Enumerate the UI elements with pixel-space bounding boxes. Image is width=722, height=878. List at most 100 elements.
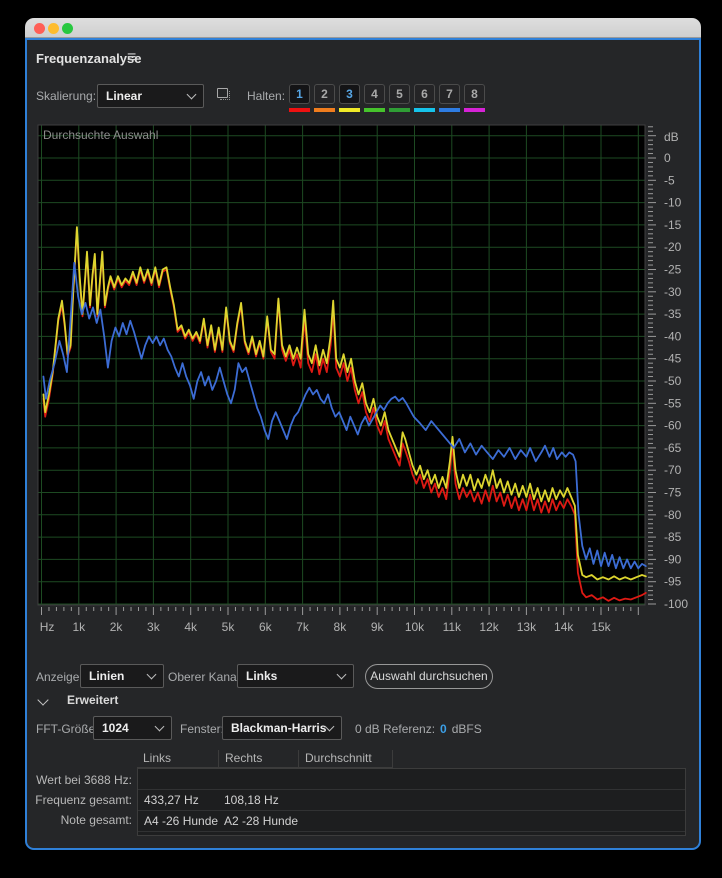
x-tick-label: 8k — [334, 620, 348, 634]
erweitert-collapse-icon[interactable] — [37, 694, 48, 705]
x-tick-label: 2k — [110, 620, 124, 634]
y-tick-label: -25 — [664, 263, 682, 277]
fft-groesse-value: 1024 — [102, 721, 156, 735]
referenz-label: 0 dB Referenz: — [355, 721, 435, 737]
table-row — [138, 769, 685, 790]
zoom-window-button[interactable] — [62, 23, 73, 34]
oberer-kanal-label: Oberer Kanal: — [168, 669, 243, 685]
plot-overlay-title: Durchsuchte Auswahl — [43, 128, 158, 142]
oberer-kanal-value: Links — [246, 669, 338, 683]
fft-groesse-dropdown[interactable]: 1024 — [93, 716, 172, 740]
cell-frequenz-rechts: 108,18 Hz — [224, 790, 298, 810]
spectrum-svg[interactable]: Durchsuchte AuswahlHz1k2k3k4k5k6k7k8k9k1… — [33, 120, 689, 640]
y-tick-label: -35 — [664, 307, 682, 321]
cell-note-links: A4 -26 Hundert — [144, 811, 218, 831]
y-tick-label: -75 — [664, 486, 682, 500]
x-tick-label: 9k — [371, 620, 385, 634]
snapshot-icon[interactable] — [217, 88, 233, 103]
y-tick-label: -20 — [664, 240, 682, 254]
column-header-rechts: Rechts — [219, 750, 299, 767]
halten-button-1[interactable]: 1 — [289, 84, 310, 112]
fft-groesse-label: FFT-Größe: — [36, 721, 99, 737]
y-tick-label: -30 — [664, 285, 682, 299]
halten-button-2[interactable]: 2 — [314, 84, 335, 112]
y-tick-label: -85 — [664, 530, 682, 544]
x-tick-label: 10k — [405, 620, 425, 634]
anzeige-label: Anzeige: — [36, 669, 83, 685]
skalierung-dropdown[interactable]: Linear — [97, 84, 204, 108]
y-tick-label: -65 — [664, 441, 682, 455]
x-tick-label: 3k — [147, 620, 161, 634]
y-tick-label: -5 — [664, 173, 675, 187]
fenster-dropdown[interactable]: Blackman-Harris — [222, 716, 342, 740]
panel-title: Frequenzanalyse — [36, 51, 142, 66]
erweitert-label[interactable]: Erweitert — [67, 693, 118, 707]
skalierung-value: Linear — [106, 89, 188, 103]
referenz-unit: dBFS — [452, 721, 482, 737]
titlebar[interactable] — [25, 18, 701, 38]
y-tick-label: -50 — [664, 374, 682, 388]
results-table: 433,27 Hz 108,18 Hz A4 -26 Hundert A2 -2… — [137, 768, 686, 836]
column-header-durchschnitt: Durchschnitt — [299, 750, 393, 767]
halten-button-4[interactable]: 4 — [364, 84, 385, 112]
chevron-down-icon — [325, 721, 335, 731]
fenster-label: Fenster: — [180, 721, 224, 737]
table-row: 433,27 Hz 108,18 Hz — [138, 790, 685, 811]
y-tick-label: -15 — [664, 218, 682, 232]
x-tick-label: 5k — [222, 620, 236, 634]
table-row — [138, 832, 685, 839]
cell-frequenz-durchschnitt — [304, 790, 394, 810]
referenz-row: 0 dB Referenz: 0 dBFS — [355, 721, 482, 737]
fenster-value: Blackman-Harris — [231, 721, 326, 735]
cell-wert-links — [144, 769, 218, 789]
halten-button-8[interactable]: 8 — [464, 84, 485, 112]
y-tick-label: -80 — [664, 508, 682, 522]
db-axis-label: dB — [664, 130, 679, 144]
x-tick-label: 6k — [259, 620, 273, 634]
halten-color-bar — [414, 108, 435, 112]
referenz-value: 0 — [440, 721, 447, 737]
anzeige-dropdown[interactable]: Linien — [80, 664, 164, 688]
halten-color-bar — [464, 108, 485, 112]
halten-color-bar — [339, 108, 360, 112]
oberer-kanal-dropdown[interactable]: Links — [237, 664, 354, 688]
chevron-down-icon — [147, 669, 157, 679]
chevron-down-icon — [337, 669, 347, 679]
halten-button-5[interactable]: 5 — [389, 84, 410, 112]
x-tick-label: 12k — [479, 620, 499, 634]
halten-color-bar — [289, 108, 310, 112]
cell-note-rechts: A2 -28 Hundert — [224, 811, 298, 831]
y-tick-label: -60 — [664, 419, 682, 433]
x-tick-label: 4k — [184, 620, 198, 634]
auswahl-durchsuchen-button[interactable]: Auswahl durchsuchen — [365, 664, 493, 689]
halten-label: Halten: — [247, 88, 285, 104]
minimize-window-button[interactable] — [48, 23, 59, 34]
halten-button-7[interactable]: 7 — [439, 84, 460, 112]
row-label-frequenz: Frequenz gesamt: — [27, 792, 132, 808]
cell-frequenz-links: 433,27 Hz — [144, 790, 218, 810]
panel-content: Frequenzanalyse ≡ Skalierung: Linear Hal… — [25, 38, 701, 850]
db-ruler[interactable] — [648, 127, 656, 604]
table-row: A4 -26 Hundert A2 -28 Hundert — [138, 811, 685, 832]
y-tick-label: -10 — [664, 196, 682, 210]
table-column-headers: Links Rechts Durchschnitt — [137, 750, 393, 768]
x-tick-label: Hz — [40, 620, 55, 634]
halten-button-3[interactable]: 3 — [339, 84, 360, 112]
halten-color-bar — [389, 108, 410, 112]
chevron-down-icon — [187, 89, 197, 99]
anzeige-value: Linien — [89, 669, 148, 683]
chevron-down-icon — [155, 721, 165, 731]
frequency-ruler[interactable] — [42, 607, 639, 615]
halten-color-bar — [314, 108, 335, 112]
panel-menu-icon[interactable]: ≡ — [127, 49, 136, 67]
close-window-button[interactable] — [34, 23, 45, 34]
skalierung-label: Skalierung: — [36, 88, 96, 104]
y-tick-label: -100 — [664, 597, 688, 611]
halten-button-6[interactable]: 6 — [414, 84, 435, 112]
row-label-note: Note gesamt: — [27, 812, 132, 828]
screen: Frequenzanalyse ≡ Skalierung: Linear Hal… — [0, 0, 722, 878]
column-header-links: Links — [137, 750, 219, 767]
y-tick-label: 0 — [664, 151, 671, 165]
frequency-analysis-window: Frequenzanalyse ≡ Skalierung: Linear Hal… — [25, 18, 701, 850]
x-tick-label: 15k — [591, 620, 611, 634]
